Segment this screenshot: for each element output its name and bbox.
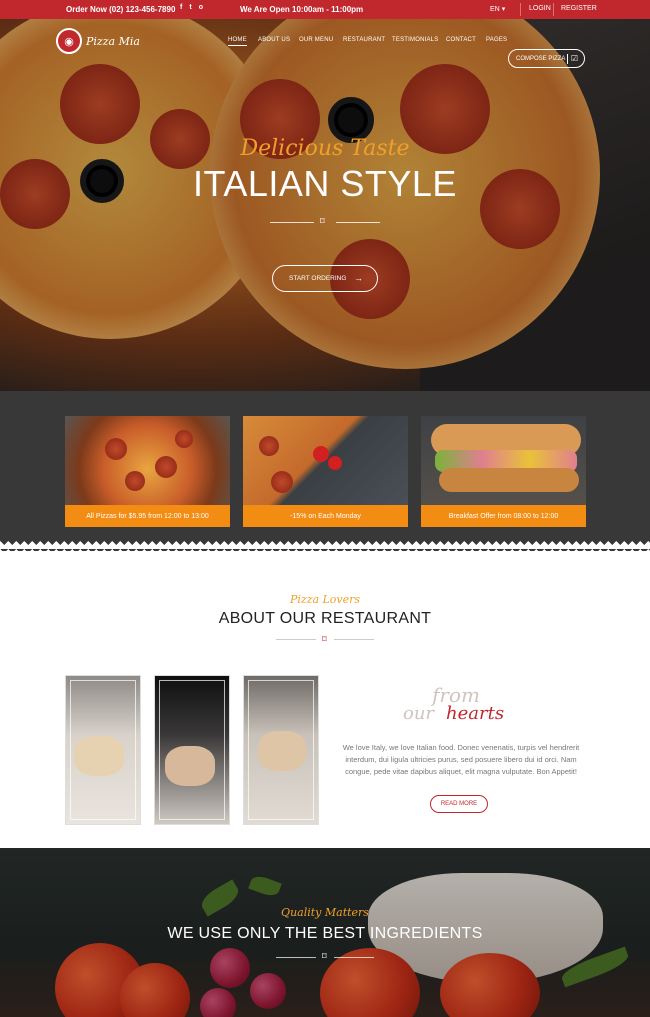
- ingredients-script-title: Quality Matters: [281, 906, 369, 919]
- offer-label: Breakfast Offer from 08:00 to 12:00: [421, 505, 586, 527]
- order-phone[interactable]: Order Now (02) 123-456-7890: [66, 5, 175, 14]
- chef-flour-photo: [154, 675, 230, 825]
- opening-hours: We Are Open 10:00am - 11:00pm: [240, 5, 364, 14]
- start-ordering-label: START ORDERING: [289, 275, 347, 282]
- divider: [270, 222, 314, 223]
- about-title: ABOUT OUR RESTAURANT: [218, 610, 432, 627]
- divider: [276, 639, 316, 640]
- language-select[interactable]: EN ▾: [490, 5, 505, 13]
- zigzag-divider: [0, 541, 650, 551]
- compose-pizza-label: COMPOSE PIZZA: [516, 55, 566, 62]
- hero-banner: [0, 19, 650, 391]
- social-links: f t o: [180, 4, 203, 11]
- offer-card[interactable]: All Pizzas for $5.95 from 12:00 to 13:00: [65, 416, 230, 527]
- hero-script-title: Delicious Taste: [240, 136, 410, 161]
- register-link[interactable]: REGISTER: [561, 5, 597, 12]
- pizza-slice-offer-image: [243, 416, 408, 505]
- logo-text: Pizza Mia: [86, 34, 140, 48]
- nav-about-us[interactable]: ABOUT US: [258, 37, 290, 43]
- arrow-right-icon: →: [354, 273, 363, 283]
- instagram-icon[interactable]: o: [199, 4, 203, 11]
- chef-dough-photo: [65, 675, 141, 825]
- login-link[interactable]: LOGIN: [529, 5, 551, 12]
- start-ordering-button[interactable]: START ORDERING →: [272, 265, 378, 292]
- bookmark-icon: ⌑: [322, 634, 327, 644]
- hearts-script: hearts: [446, 703, 505, 724]
- pizza-offer-image: [65, 416, 230, 505]
- checkbox-icon: ☑: [570, 54, 578, 63]
- read-more-button[interactable]: READ MORE: [430, 795, 488, 813]
- our-script: our: [403, 703, 435, 724]
- nav-our-menu[interactable]: OUR MENU: [299, 37, 333, 43]
- bookmark-icon: ⌑: [320, 216, 325, 226]
- language-label: EN: [490, 6, 500, 13]
- chef-hands-photo: [243, 675, 319, 825]
- offer-card[interactable]: -15% on Each Monday: [243, 416, 408, 527]
- nav-restaurant[interactable]: RESTAURANT: [343, 37, 385, 43]
- offer-label: -15% on Each Monday: [243, 505, 408, 527]
- top-bar: Order Now (02) 123-456-7890 f t o We Are…: [0, 0, 650, 19]
- offer-label: All Pizzas for $5.95 from 12:00 to 13:00: [65, 505, 230, 527]
- divider: [334, 639, 374, 640]
- site-logo[interactable]: ◉ Pizza Mia: [56, 28, 140, 54]
- bookmark-icon: ⌑: [322, 951, 327, 961]
- offer-card[interactable]: Breakfast Offer from 08:00 to 12:00: [421, 416, 586, 527]
- divider: [336, 222, 380, 223]
- about-script-title: Pizza Lovers: [289, 593, 361, 606]
- nav-home[interactable]: HOME: [228, 37, 247, 46]
- offers-section: All Pizzas for $5.95 from 12:00 to 13:00…: [0, 391, 650, 549]
- divider: [520, 3, 521, 16]
- hero-overlay: [0, 19, 650, 391]
- chevron-down-icon: ▾: [501, 6, 506, 13]
- pizza-logo-icon: ◉: [56, 28, 82, 54]
- about-description: We love Italy, we love Italian food. Don…: [342, 743, 580, 776]
- twitter-icon[interactable]: t: [189, 4, 191, 11]
- divider: [567, 54, 568, 64]
- compose-pizza-button[interactable]: COMPOSE PIZZA ☑: [508, 49, 585, 68]
- nav-pages[interactable]: PAGES: [486, 37, 507, 43]
- divider: [334, 957, 374, 958]
- nav-testimonials[interactable]: TESTIMONIALS: [392, 37, 438, 43]
- hero-title: ITALIAN STYLE: [193, 163, 457, 204]
- sandwich-offer-image: [421, 416, 586, 505]
- nav-contact[interactable]: CONTACT: [446, 37, 476, 43]
- ingredients-title: WE USE ONLY THE BEST INGREDIENTS: [167, 925, 483, 942]
- facebook-icon[interactable]: f: [180, 4, 182, 11]
- divider: [553, 3, 554, 16]
- divider: [276, 957, 316, 958]
